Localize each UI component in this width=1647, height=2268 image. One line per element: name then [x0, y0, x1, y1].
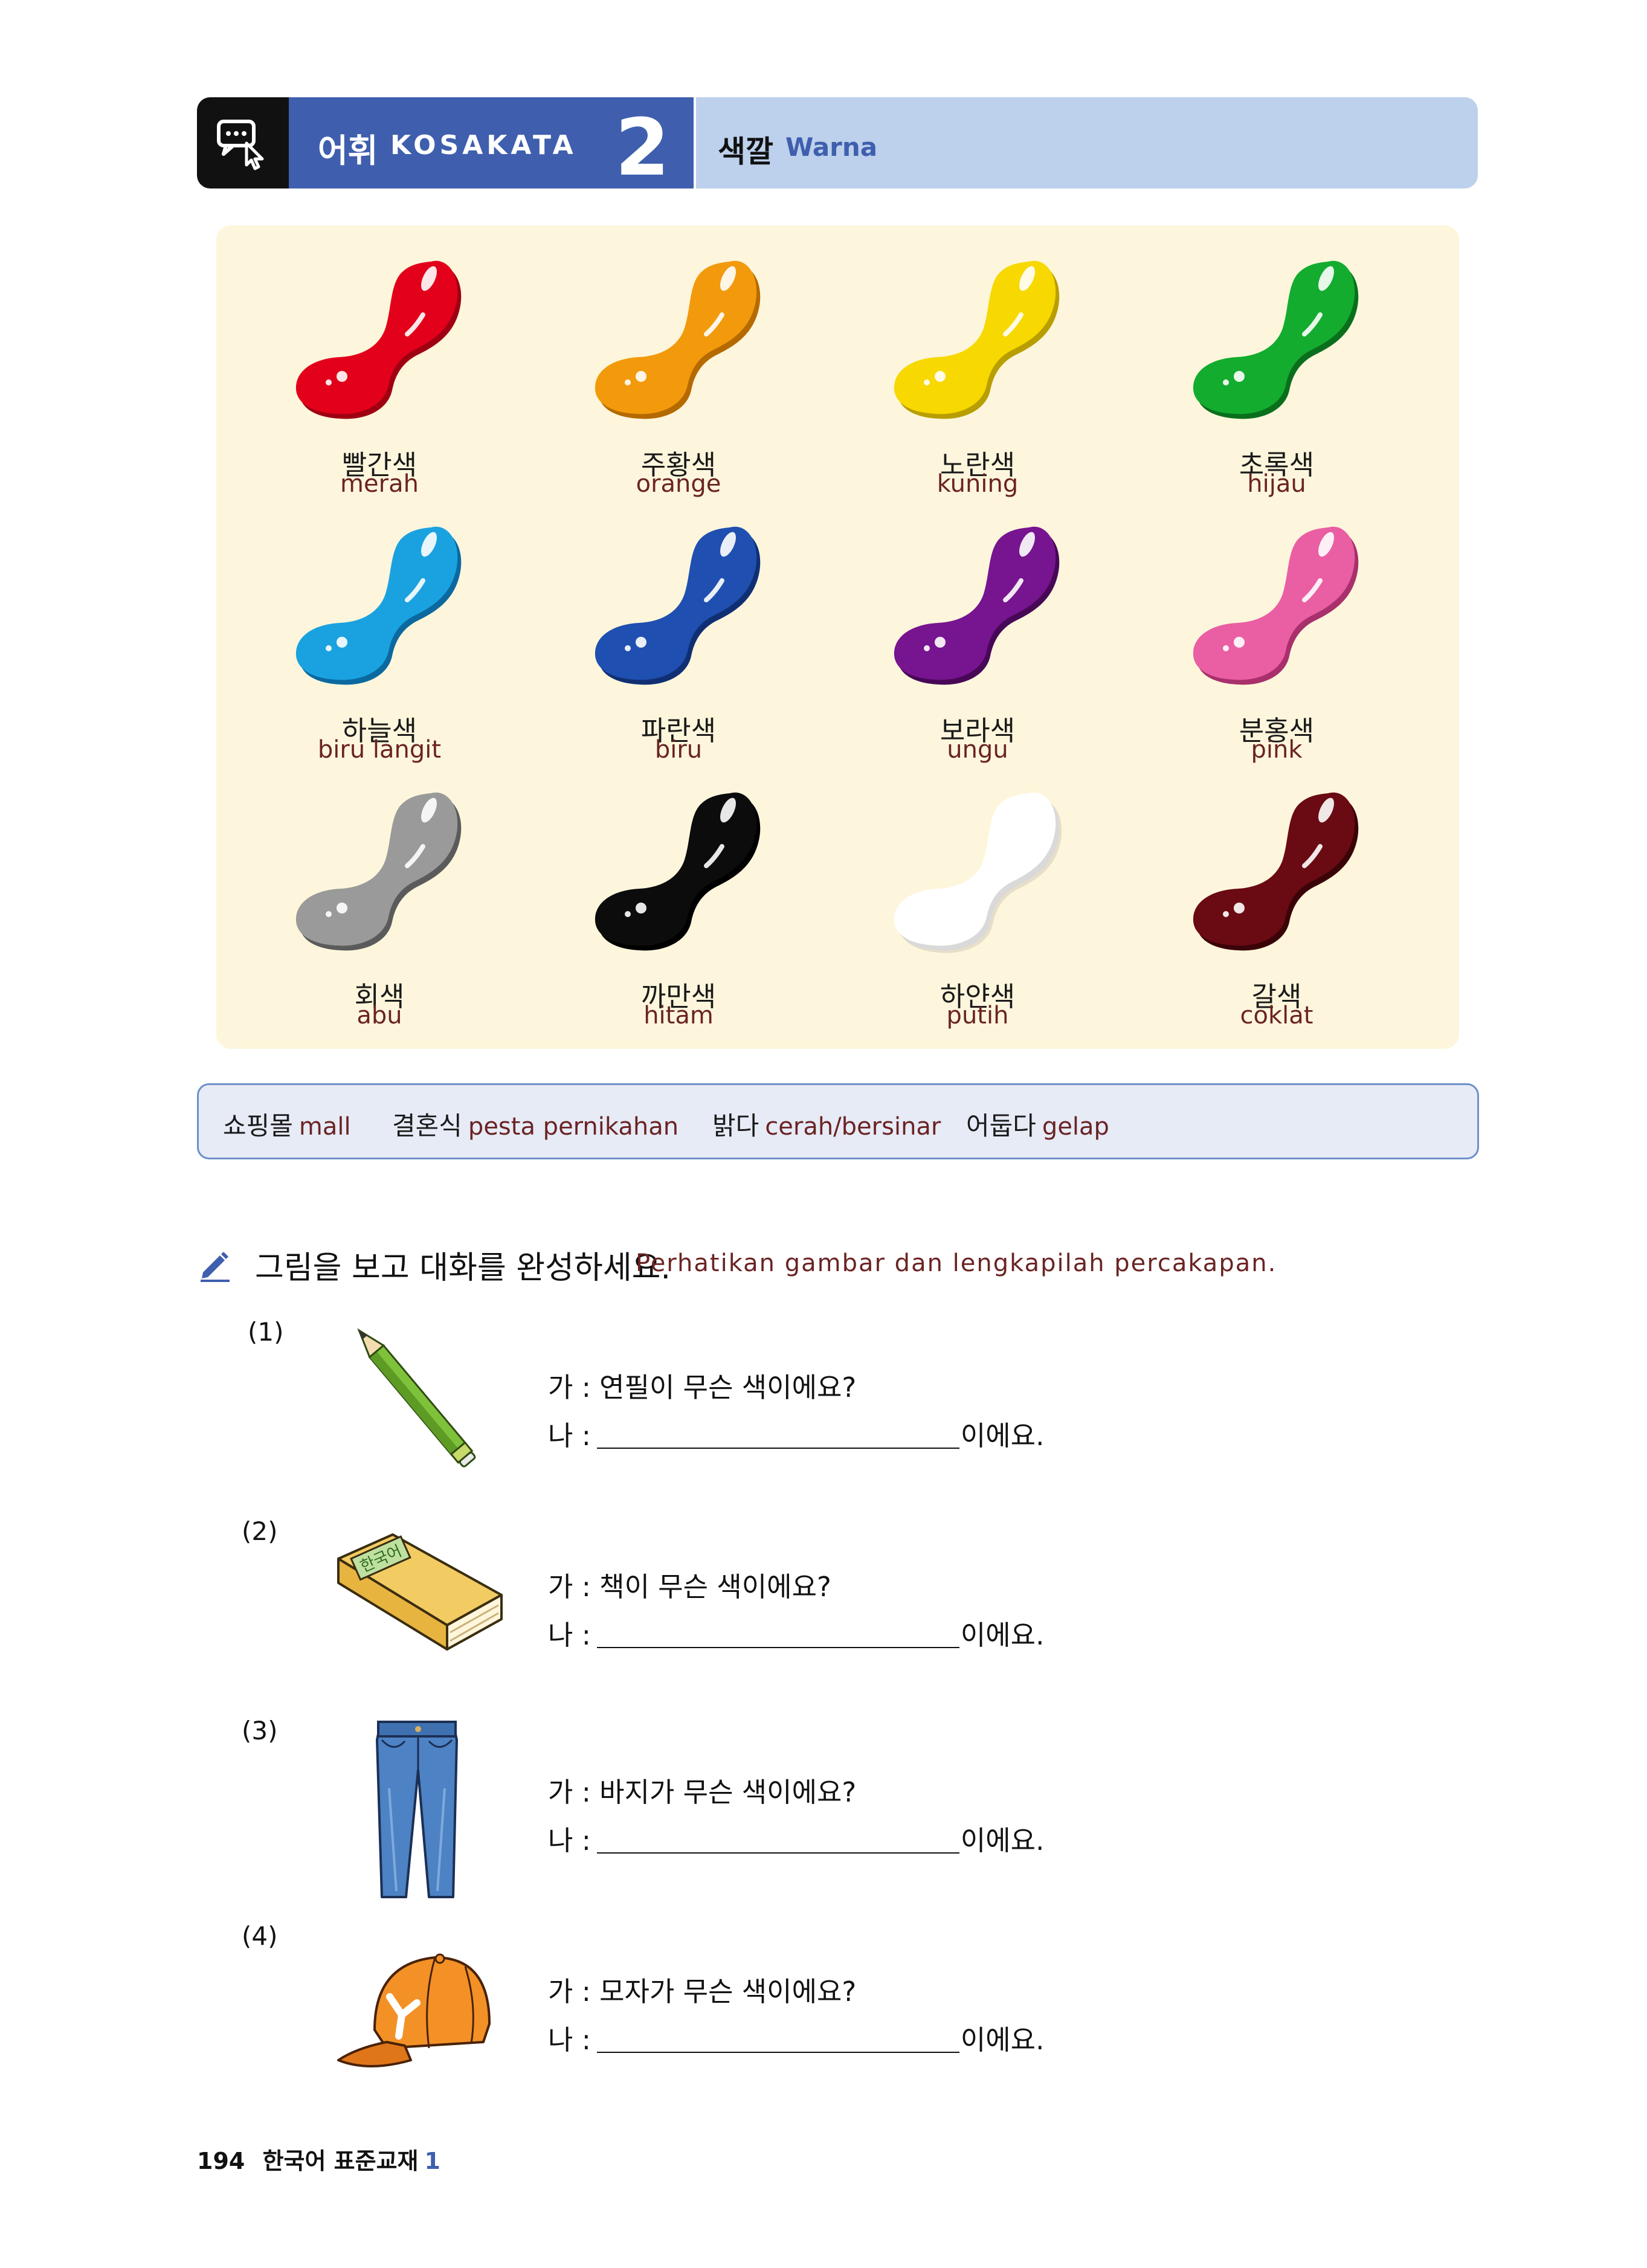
word-item: 밝다 cerah/bersinar — [712, 1106, 941, 1142]
color-name-id: coklat — [1240, 1002, 1313, 1029]
cap-icon — [337, 1953, 491, 2067]
answer-line: 나 : 이에요. — [548, 1613, 1044, 1652]
exercise-number: (1) — [248, 1317, 284, 1347]
exercise-item: (3) 가 : 바지가 무슨 색이에요? 나 : 이에요. — [0, 1710, 1647, 1903]
answer-suffix: 이에요. — [960, 1420, 1045, 1452]
answer-suffix: 이에요. — [960, 1825, 1045, 1857]
word-ko: 쇼핑몰 — [223, 1111, 293, 1141]
section-title-ko: 어휘 — [318, 132, 378, 170]
exercise-item: (4) 가 : 모자가 무슨 색이에요? 나 : 이에요. — [0, 1915, 1647, 2109]
exercise-instruction: 그림을 보고 대화를 완성하세요. Perhatikan gambar dan … — [197, 1239, 1466, 1287]
section-number: 2 — [615, 101, 670, 193]
paint-blob-icon — [1193, 792, 1359, 951]
answer-line: 나 : 이에요. — [548, 1414, 1044, 1453]
answer-prefix: 나 : — [548, 1420, 591, 1452]
word-item: 결혼식 pesta pernikahan — [392, 1106, 678, 1142]
color-name-id: merah — [340, 470, 419, 498]
exercise-number: (4) — [242, 1921, 278, 1951]
word-ko: 밝다 — [712, 1111, 759, 1141]
color-name-id: abu — [356, 1002, 402, 1029]
paint-blob-icon — [1193, 260, 1359, 419]
color-name-id: pink — [1251, 736, 1303, 764]
color-item: 하얀색 putih — [887, 775, 1068, 1041]
color-item: 빨간색 merah — [289, 243, 470, 509]
word-item: 쇼핑몰 mall — [223, 1106, 351, 1142]
color-name-id: biru — [654, 736, 703, 764]
pencil-edit-icon — [201, 1252, 230, 1282]
color-item: 분홍색 pink — [1186, 509, 1367, 775]
paint-blob-icon — [595, 792, 761, 951]
paint-blob-icon — [595, 526, 761, 685]
paint-blob-icon — [894, 526, 1060, 685]
pencil-icon — [357, 1328, 476, 1467]
extra-vocabulary-bar: 쇼핑몰 mall 결혼식 pesta pernikahan 밝다 cerah/bers… — [197, 1083, 1479, 1159]
color-item: 파란색 biru — [588, 509, 769, 775]
color-name-id: kuning — [936, 470, 1019, 498]
answer-prefix: 나 : — [548, 1619, 591, 1651]
paint-blob-icon — [894, 792, 1062, 953]
word-id: mall — [298, 1113, 351, 1141]
topic-title-ko: 색깔 — [718, 134, 773, 169]
section-header: 어휘 KOSAKATA 2 색깔 Warna — [197, 97, 1478, 188]
topic-title-id: Warna — [785, 132, 878, 162]
page-footer: 194 한국어 표준교재 1 — [197, 2142, 440, 2176]
word-item: 어둡다 gelap — [966, 1106, 1109, 1142]
word-id: gelap — [1042, 1113, 1109, 1141]
color-vocabulary-panel: 빨간색 merah 주황색 orange 노란색 kuning 초록색 hijau 하늘색 bir… — [216, 225, 1459, 1049]
color-item: 초록색 hijau — [1186, 243, 1367, 509]
paint-blob-icon — [894, 260, 1060, 419]
book-icon: 한국어 — [337, 1533, 503, 1651]
color-item: 보라색 ungu — [887, 509, 1068, 775]
word-ko: 어둡다 — [966, 1111, 1036, 1141]
question-line: 가 : 바지가 무슨 색이에요? — [548, 1776, 857, 1808]
question-line: 가 : 책이 무슨 색이에요? — [548, 1571, 831, 1603]
exercise-number: (3) — [242, 1716, 278, 1745]
color-name-id: hijau — [1247, 470, 1306, 498]
color-name-id: hitam — [643, 1002, 714, 1029]
page-number: 194 — [197, 2148, 245, 2174]
answer-blank[interactable] — [596, 1852, 959, 1854]
answer-prefix: 나 : — [548, 2024, 591, 2056]
word-ko: 결혼식 — [392, 1111, 462, 1141]
color-item: 회색 abu — [289, 775, 470, 1041]
word-id: pesta pernikahan — [468, 1113, 679, 1141]
color-item: 노란색 kuning — [887, 243, 1068, 509]
color-item: 까만색 hitam — [588, 775, 769, 1041]
paint-blob-icon — [595, 260, 761, 419]
instruction-ko: 그림을 보고 대화를 완성하세요. — [255, 1250, 671, 1286]
jeans-icon — [376, 1721, 458, 1898]
exercise-item: (1) 가 : 연필이 무슨 색이에요? 나 : 이에요. — [0, 1311, 1647, 1504]
paint-blob-icon — [1193, 526, 1359, 685]
color-item: 주황색 orange — [588, 243, 769, 509]
topic-bar: 색깔 Warna — [696, 97, 1478, 188]
section-badge: 어휘 KOSAKATA 2 — [289, 97, 694, 188]
answer-suffix: 이에요. — [960, 1619, 1045, 1651]
question-line: 가 : 연필이 무슨 색이에요? — [548, 1371, 857, 1403]
color-name-id: ungu — [947, 736, 1008, 764]
paint-blob-icon — [295, 792, 462, 951]
answer-blank[interactable] — [596, 2052, 959, 2053]
answer-suffix: 이에요. — [960, 2024, 1045, 2056]
color-name-id: putih — [946, 1002, 1009, 1029]
color-item: 하늘색 biru langit — [289, 509, 470, 775]
color-name-id: orange — [636, 470, 721, 498]
book-volume: 1 — [424, 2148, 440, 2174]
answer-blank[interactable] — [596, 1448, 959, 1449]
exercise-item: (2) 한국어 가 : 책이 무슨 색이에요? 나 : 이에요. — [0, 1510, 1647, 1704]
question-line: 가 : 모자가 무슨 색이에요? — [548, 1976, 857, 2008]
instruction-id: Perhatikan gambar dan lengkapilah percak… — [636, 1249, 1277, 1277]
answer-line: 나 : 이에요. — [548, 1819, 1044, 1858]
paint-blob-icon — [295, 260, 462, 419]
chat-pointer-icon — [197, 97, 289, 188]
color-name-id: biru langit — [317, 736, 442, 764]
answer-blank[interactable] — [596, 1647, 959, 1648]
book-title: 한국어 표준교재 — [262, 2148, 419, 2174]
exercise-number: (2) — [242, 1516, 278, 1546]
answer-prefix: 나 : — [548, 1825, 591, 1857]
answer-line: 나 : 이에요. — [548, 2018, 1044, 2057]
color-item: 갈색 coklat — [1186, 775, 1367, 1041]
word-id: cerah/bersinar — [765, 1113, 941, 1141]
section-title-id: KOSAKATA — [390, 130, 577, 161]
paint-blob-icon — [295, 526, 462, 685]
